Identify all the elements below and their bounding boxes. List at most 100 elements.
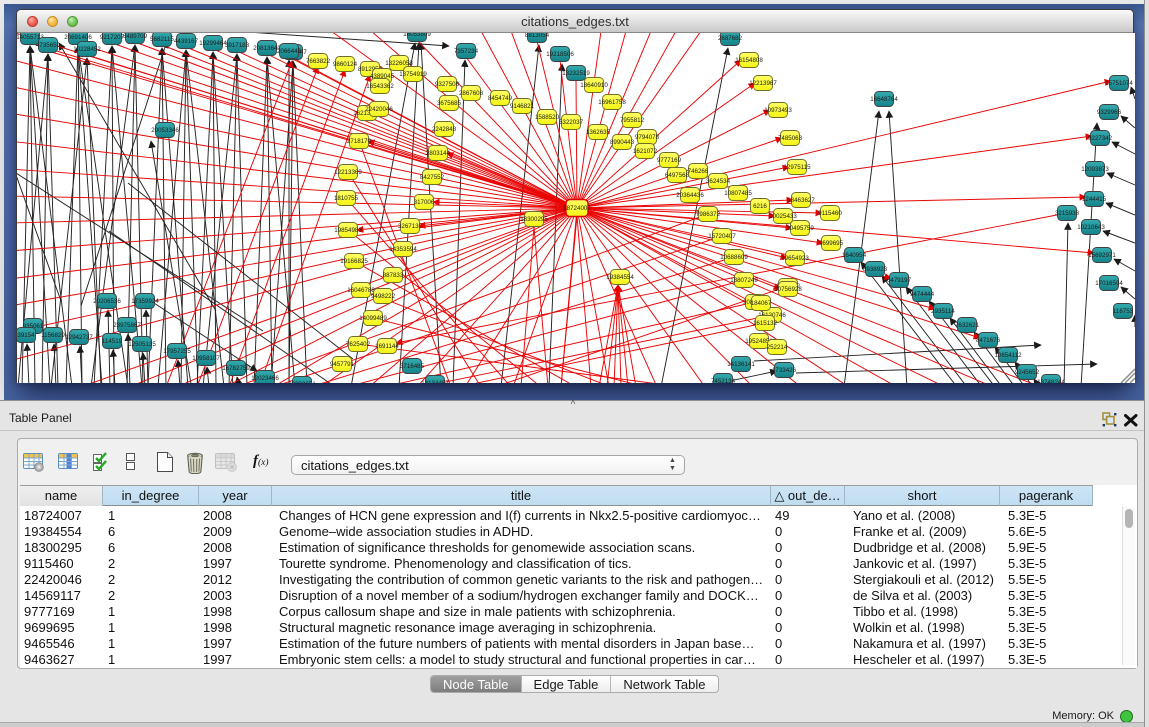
svg-text:9794078: 9794078 [635,134,660,141]
svg-text:2718170: 2718170 [347,138,372,145]
svg-text:19654923: 19654923 [781,255,809,262]
svg-text:17016504: 17016504 [1095,280,1123,287]
svg-text:9777169: 9777169 [657,157,682,164]
svg-text:2935114: 2935114 [931,308,955,315]
svg-text:10025433: 10025433 [769,213,797,220]
svg-text:1810755: 1810755 [334,195,359,202]
svg-text:9245652: 9245652 [1015,369,1040,376]
svg-text:2242848: 2242848 [432,126,457,133]
svg-text:13754919: 13754919 [399,71,427,78]
svg-text:15751074: 15751074 [1105,80,1133,87]
svg-text:22420046: 22420046 [365,106,393,113]
svg-text:7663822: 7663822 [306,58,331,65]
svg-text:22093651: 22093651 [288,381,316,383]
svg-text:1621072: 1621072 [633,148,658,155]
svg-text:7632621: 7632621 [955,322,980,329]
svg-text:3675685: 3675685 [437,100,462,107]
svg-text:9699695: 9699695 [819,240,844,247]
svg-text:16961758: 16961758 [598,99,626,106]
svg-text:9327508: 9327508 [435,81,460,88]
svg-text:184067: 184067 [751,300,772,307]
svg-text:1156829: 1156829 [41,332,65,339]
svg-text:6497568: 6497568 [665,172,690,179]
svg-text:1691144: 1691144 [375,343,399,350]
svg-text:18463627: 18463627 [787,197,815,204]
svg-text:8471676: 8471676 [976,337,1001,344]
svg-text:3267130: 3267130 [398,223,423,230]
svg-text:9498222: 9498222 [371,293,396,300]
svg-text:1362635: 1362635 [586,129,611,136]
svg-text:15720407: 15720407 [708,233,736,240]
svg-text:17957255: 17957255 [163,348,191,355]
svg-text:16053809: 16053809 [403,33,431,38]
svg-text:9474444: 9474444 [910,291,935,298]
svg-text:20495759: 20495759 [786,225,814,232]
svg-text:2867608: 2867608 [459,90,484,97]
svg-text:746266: 746266 [688,168,709,175]
svg-text:14353594: 14353594 [389,246,417,253]
svg-text:3215938: 3215938 [1055,210,1080,217]
svg-text:1640954: 1640954 [842,252,867,259]
svg-text:4735650: 4735650 [36,42,61,49]
svg-text:8427552: 8427552 [420,174,445,181]
svg-text:1615132: 1615132 [753,320,778,327]
svg-text:10210643: 10210643 [1077,224,1105,231]
svg-text:13232519: 13232519 [562,70,590,77]
svg-text:1588520: 1588520 [535,114,560,121]
svg-text:9115460: 9115460 [818,210,842,217]
svg-text:19299464: 19299464 [199,40,227,47]
svg-text:16782759: 16782759 [222,365,250,372]
svg-text:252214: 252214 [767,344,788,351]
svg-text:116753: 116753 [1113,308,1134,315]
svg-text:20691406: 20691406 [64,34,92,41]
svg-text:7625402: 7625402 [346,341,371,348]
svg-text:16648764: 16648764 [870,96,898,103]
svg-text:23975867: 23975867 [113,322,141,329]
svg-text:7357234: 7357234 [454,48,479,55]
svg-text:887833: 887833 [383,272,404,279]
svg-text:7955812: 7955812 [620,117,645,124]
svg-text:18640910: 18640910 [580,82,608,89]
svg-text:9217207: 9217207 [100,34,125,41]
svg-text:20053346: 20053346 [151,127,179,134]
svg-text:20364436: 20364436 [676,192,704,199]
svg-text:9146821: 9146821 [510,103,535,110]
svg-text:19854983: 19854983 [334,227,362,234]
svg-text:3917183: 3917183 [225,42,250,49]
svg-text:8489709: 8489709 [123,33,148,40]
svg-text:7986372: 7986372 [696,211,721,218]
svg-text:12093873: 12093873 [1081,166,1109,173]
svg-text:20206536: 20206536 [93,298,121,305]
svg-text:2687682: 2687682 [718,35,743,42]
svg-text:9227342: 9227342 [1088,135,1113,142]
svg-text:10973493: 10973493 [764,107,792,114]
svg-text:7485063: 7485063 [778,135,803,142]
svg-text:12023466: 12023466 [251,375,279,382]
svg-text:19218506: 19218506 [546,51,574,58]
svg-text:16543362: 16543362 [366,83,394,90]
svg-text:39154: 39154 [17,332,35,339]
svg-text:5682115: 5682115 [150,36,174,43]
svg-text:12505135: 12505135 [128,341,156,348]
svg-text:12975115: 12975115 [783,164,811,171]
svg-text:1733426: 1733426 [772,367,797,374]
svg-text:1244415: 1244415 [1082,196,1107,203]
svg-text:114519: 114519 [102,338,123,345]
svg-text:10688609: 10688609 [720,254,748,261]
svg-text:18300295: 18300295 [520,216,548,223]
svg-text:12213967: 12213967 [749,80,777,87]
svg-text:12213369: 12213369 [334,169,362,176]
svg-text:10654112: 10654112 [994,352,1022,359]
svg-text:2066449: 2066449 [277,48,302,55]
svg-text:8813054: 8813054 [525,33,550,39]
svg-text:18724007: 18724007 [563,205,591,212]
svg-text:5322037: 5322037 [559,119,584,126]
svg-text:18807249: 18807249 [730,277,758,284]
svg-text:10807485: 10807485 [724,190,752,197]
svg-text:9860124: 9860124 [333,61,358,68]
svg-text:8990443: 8990443 [610,139,635,146]
svg-text:3624534: 3624534 [706,178,731,185]
svg-text:14136141: 14136141 [727,361,755,368]
svg-text:15692971: 15692971 [1088,252,1116,259]
svg-text:6216: 6216 [753,203,767,210]
